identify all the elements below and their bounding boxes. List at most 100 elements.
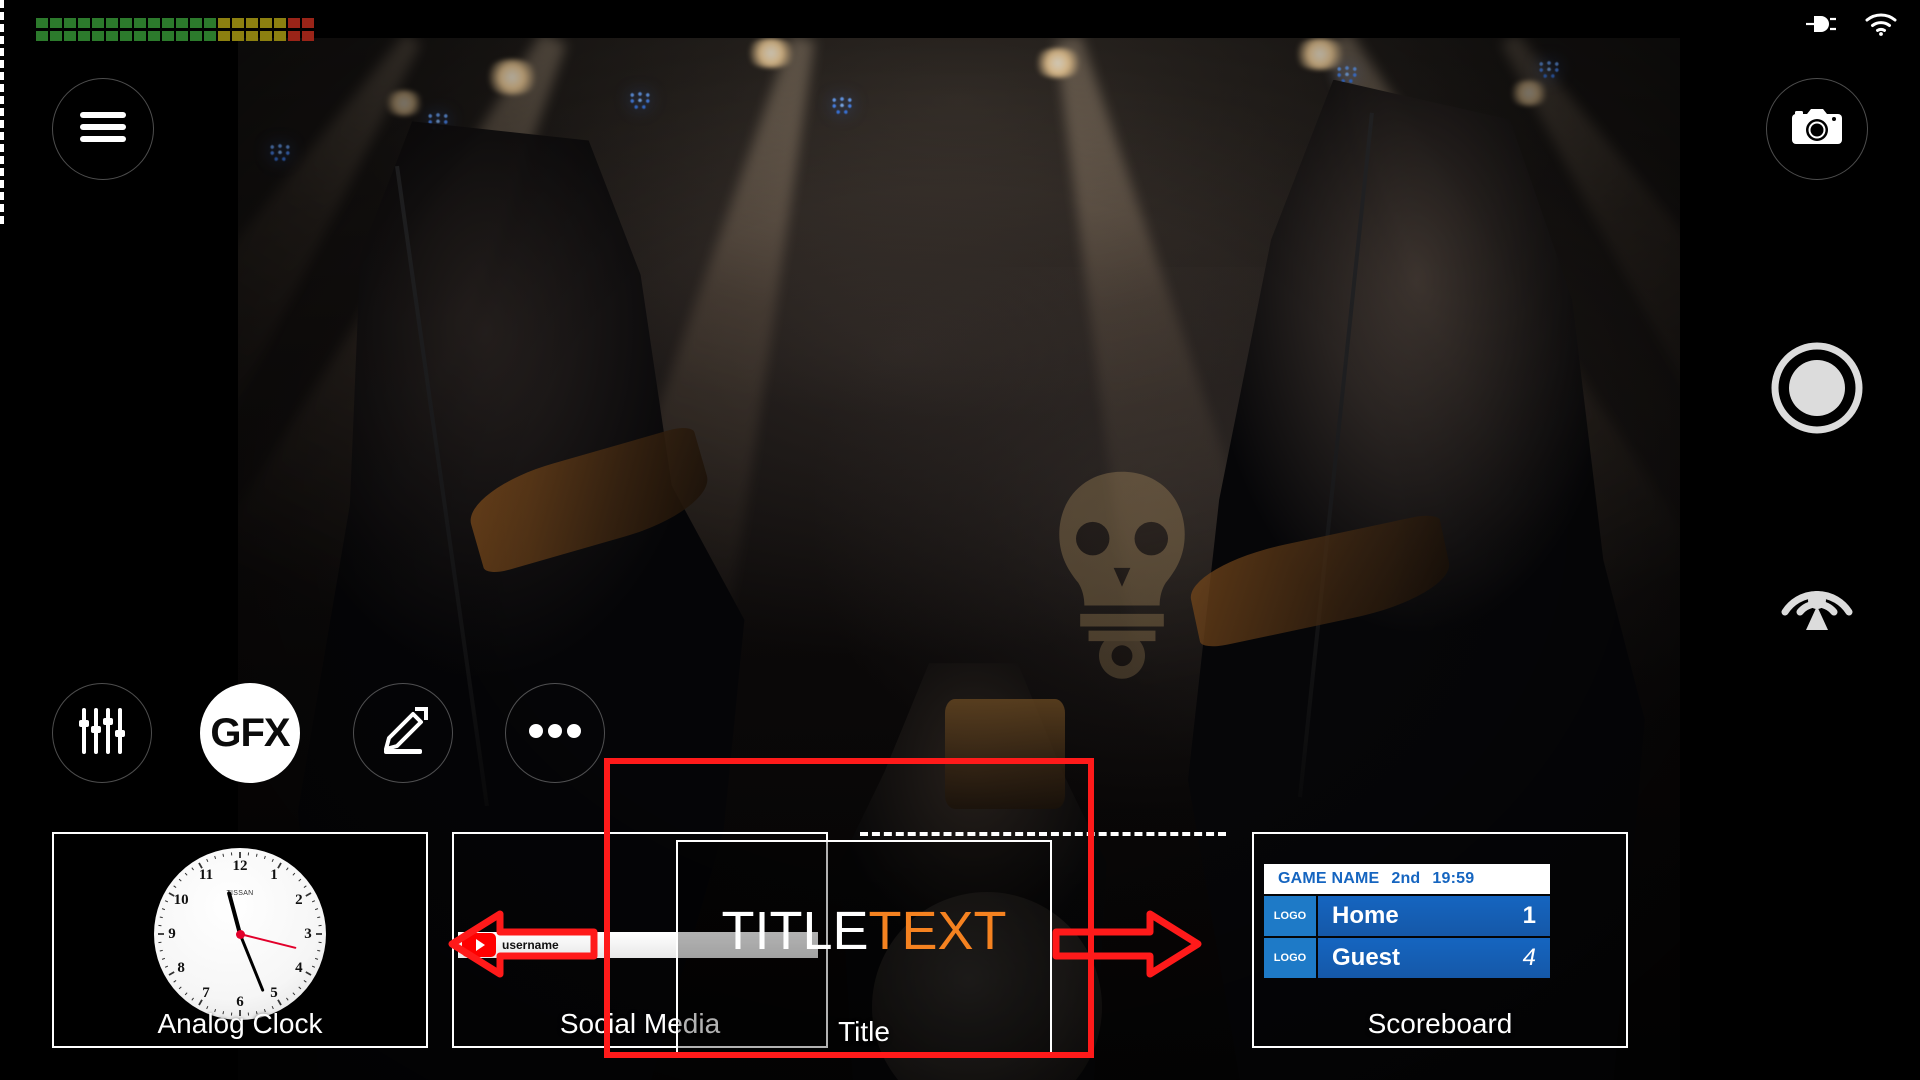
- social-handle-text: username: [502, 938, 559, 952]
- audio-meter-segment: [106, 18, 118, 28]
- record-icon: [1771, 342, 1863, 439]
- audio-meter-segment: [176, 18, 188, 28]
- stage-light: [1506, 79, 1551, 106]
- hamburger-menu-icon: [78, 108, 128, 151]
- stage-light: [742, 38, 799, 68]
- blue-led-fixture: [627, 90, 654, 111]
- scoreboard-graphic: GAME NAME 2nd 19:59 LOGO Home 1 LOGO Gue…: [1264, 864, 1550, 978]
- title-primary-text: TITLE: [721, 901, 869, 961]
- team-logo-placeholder: LOGO: [1264, 938, 1316, 978]
- blue-led-fixture: [266, 142, 293, 163]
- clock-numeral: 7: [202, 984, 210, 1001]
- camera-icon: [1790, 106, 1844, 153]
- audio-meter-segment: [148, 18, 160, 28]
- audio-meter-segment: [302, 31, 314, 41]
- broadcast-icon: [1771, 542, 1863, 639]
- audio-level-meter: [36, 18, 314, 41]
- audio-meter-segment: [36, 31, 48, 41]
- audio-meter-segment: [190, 18, 202, 28]
- pencil-icon: [377, 705, 429, 762]
- tom-drum: [944, 699, 1065, 810]
- team-logo-placeholder: LOGO: [1264, 896, 1316, 936]
- audio-meter-segment: [204, 18, 216, 28]
- audio-meter-segment: [120, 18, 132, 28]
- clock-numeral: 11: [198, 867, 214, 884]
- audio-meter-segment: [162, 18, 174, 28]
- scoreboard-header: GAME NAME 2nd 19:59: [1264, 864, 1550, 894]
- audio-meter-segment: [50, 18, 62, 28]
- sliders-icon: [76, 706, 128, 761]
- team-name: Guest: [1332, 944, 1401, 971]
- audio-meter-segment: [232, 31, 244, 41]
- stage-light: [483, 58, 542, 95]
- skull-backdrop-art: [1058, 471, 1185, 679]
- audio-meter-segment: [148, 31, 160, 41]
- audio-meter-segment: [232, 18, 244, 28]
- clock-center-cap: [235, 929, 245, 939]
- title-accent-text: TEXT: [868, 901, 1007, 961]
- audio-meter-row-left: [36, 18, 314, 28]
- widget-analog-clock[interactable]: TISSAN 12 1 2 3 4 5 6 7 8 9 10 11 Analog Clock: [52, 832, 428, 1048]
- audio-meter-segment: [134, 18, 146, 28]
- scoreboard-period: 2nd: [1391, 870, 1421, 887]
- audio-meter-segment: [246, 18, 258, 28]
- audio-meter-segment: [36, 18, 48, 28]
- hamburger-menu-button[interactable]: [52, 78, 154, 180]
- clock-numeral: 3: [304, 926, 312, 942]
- audio-meter-row-right: [36, 31, 314, 41]
- audio-meter-segment: [176, 31, 188, 41]
- draw-button[interactable]: [353, 683, 453, 783]
- audio-meter-segment: [92, 31, 104, 41]
- audio-meter-segment: [288, 18, 300, 28]
- audio-meter-segment: [218, 31, 230, 41]
- widget-label: Scoreboard: [1367, 1008, 1513, 1039]
- team-name: Home: [1332, 902, 1399, 929]
- audio-meter-segment: [218, 18, 230, 28]
- clock-face: TISSAN 12 1 2 3 4 5 6 7 8 9 10 11: [154, 848, 326, 1020]
- team-score: 4: [1522, 944, 1536, 971]
- clock-numeral: 10: [173, 892, 189, 908]
- youtube-icon: [462, 933, 496, 957]
- title-graphic: TITLETEXT: [678, 904, 1050, 958]
- gfx-label: GFX: [210, 710, 290, 755]
- gfx-button[interactable]: GFX: [200, 683, 300, 783]
- app-root: GFX TISSAN 12 1 2 3 4 5 6 7 8 9 10 11 An…: [0, 0, 1920, 1080]
- broadcast-live-button[interactable]: [1771, 544, 1863, 636]
- blue-led-fixture: [829, 95, 856, 116]
- widget-label: Analog Clock: [157, 1008, 323, 1039]
- more-options-button[interactable]: [505, 683, 605, 783]
- scoreboard-game-name: GAME NAME: [1278, 870, 1380, 887]
- clock-numeral: 5: [270, 984, 278, 1001]
- widget-scoreboard[interactable]: GAME NAME 2nd 19:59 LOGO Home 1 LOGO Gue…: [1252, 832, 1628, 1048]
- camera-snapshot-button[interactable]: [1766, 78, 1868, 180]
- scoreboard-row-guest: LOGO Guest 4: [1264, 938, 1550, 978]
- audio-meter-segment: [162, 31, 174, 41]
- scoreboard-row-home: LOGO Home 1: [1264, 896, 1550, 936]
- scoreboard-clock: 19:59: [1432, 870, 1475, 887]
- audio-meter-segment: [64, 18, 76, 28]
- audio-meter-segment: [288, 31, 300, 41]
- status-bar: [1804, 12, 1898, 41]
- widget-title[interactable]: TITLETEXT Title: [676, 840, 1052, 1056]
- clock-numeral: 8: [177, 960, 185, 976]
- audio-meter-segment: [274, 18, 286, 28]
- wifi-icon: [1864, 12, 1898, 41]
- audio-meter-segment: [190, 31, 202, 41]
- alignment-guide-vertical: [0, 0, 4, 224]
- clock-numeral: 12: [232, 858, 248, 874]
- clock-numeral: 1: [270, 867, 278, 884]
- audio-meter-segment: [260, 18, 272, 28]
- clock-numeral: 4: [295, 960, 303, 976]
- blue-led-fixture: [1535, 58, 1562, 79]
- team-score: 1: [1522, 902, 1536, 929]
- audio-meter-segment: [302, 18, 314, 28]
- audio-meter-segment: [78, 31, 90, 41]
- audio-meter-segment: [274, 31, 286, 41]
- audio-meter-segment: [64, 31, 76, 41]
- audio-meter-segment: [246, 31, 258, 41]
- power-plug-icon: [1804, 13, 1838, 40]
- record-button[interactable]: [1771, 342, 1863, 439]
- clock-numeral: 9: [168, 926, 176, 942]
- audio-mixer-button[interactable]: [52, 683, 152, 783]
- audio-meter-segment: [134, 31, 146, 41]
